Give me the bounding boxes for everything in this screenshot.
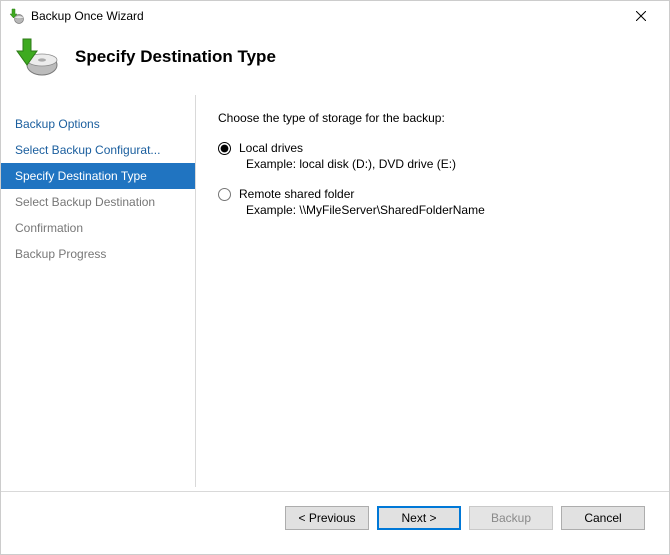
sidebar-item-destination-type[interactable]: Specify Destination Type — [1, 163, 195, 189]
radio-label-local: Local drives — [239, 141, 303, 155]
main-panel: Choose the type of storage for the backu… — [196, 95, 669, 487]
sidebar-item-backup-progress: Backup Progress — [1, 241, 195, 267]
next-button[interactable]: Next > — [377, 506, 461, 530]
backup-button: Backup — [469, 506, 553, 530]
wizard-steps-sidebar: Backup Options Select Backup Configurat.… — [1, 95, 195, 487]
previous-button[interactable]: < Previous — [285, 506, 369, 530]
cancel-button[interactable]: Cancel — [561, 506, 645, 530]
sidebar-item-confirmation: Confirmation — [1, 215, 195, 241]
titlebar: Backup Once Wizard — [1, 1, 669, 31]
wizard-icon — [13, 37, 59, 77]
close-icon — [636, 11, 646, 21]
instruction-text: Choose the type of storage for the backu… — [218, 111, 647, 125]
example-remote: Example: \\MyFileServer\SharedFolderName — [246, 203, 647, 217]
sidebar-item-select-destination: Select Backup Destination — [1, 189, 195, 215]
window-title: Backup Once Wizard — [31, 9, 621, 23]
page-title: Specify Destination Type — [75, 47, 276, 67]
app-icon — [9, 8, 25, 24]
close-button[interactable] — [621, 2, 661, 30]
radio-option-local-drives[interactable]: Local drives — [218, 141, 647, 155]
content-area: Backup Options Select Backup Configurat.… — [1, 95, 669, 487]
wizard-header: Specify Destination Type — [1, 31, 669, 95]
radio-label-remote: Remote shared folder — [239, 187, 354, 201]
button-bar: < Previous Next > Backup Cancel — [1, 492, 669, 544]
sidebar-item-backup-options[interactable]: Backup Options — [1, 111, 195, 137]
radio-remote-folder[interactable] — [218, 188, 231, 201]
sidebar-item-select-config[interactable]: Select Backup Configurat... — [1, 137, 195, 163]
example-local: Example: local disk (D:), DVD drive (E:) — [246, 157, 647, 171]
radio-option-remote-folder[interactable]: Remote shared folder — [218, 187, 647, 201]
radio-local-drives[interactable] — [218, 142, 231, 155]
